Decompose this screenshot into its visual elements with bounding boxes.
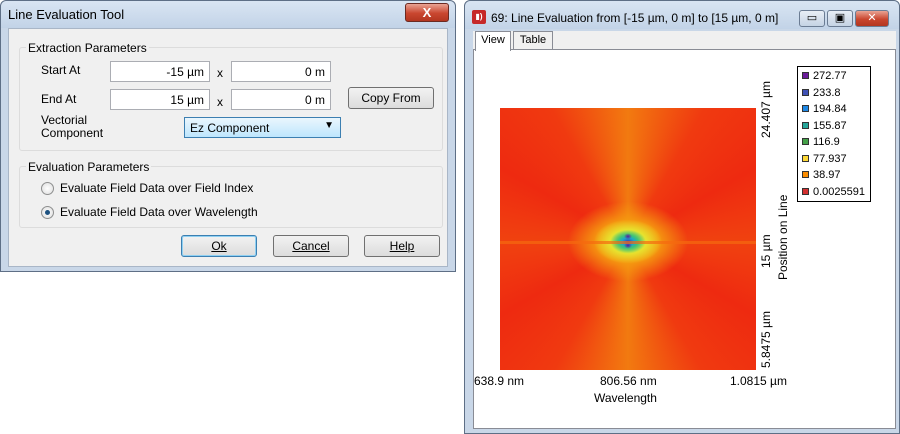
legend-entry: 77.937 (802, 151, 847, 167)
x-tick-label: 806.56 nm (600, 374, 657, 388)
heatmap-center-band (500, 240, 756, 244)
minimize-button[interactable]: ▭ (799, 10, 825, 27)
end-at-label: End At (41, 92, 77, 106)
legend-entry: 116.9 (802, 134, 840, 150)
legend-value: 233.8 (813, 86, 841, 99)
legend-swatch (802, 154, 809, 162)
legend-value: 272.77 (813, 70, 847, 82)
radio-wavelength[interactable] (41, 206, 54, 219)
copy-from-button[interactable]: Copy From (348, 87, 434, 109)
y-axis-label: Position on Line (776, 194, 790, 280)
window-close-button[interactable]: ✕ (855, 10, 889, 27)
view-panel: 638.9 nm 806.56 nm 1.0815 µm Wavelength … (473, 49, 896, 429)
legend-value: 38.97 (813, 169, 841, 181)
legend-value: 77.937 (813, 152, 847, 165)
plot-window-title-bar[interactable]: ▮) 69: Line Evaluation from [-15 µm, 0 m… (465, 1, 899, 29)
start-separator: x (217, 66, 223, 80)
legend-swatch (802, 72, 809, 79)
ok-button[interactable]: Ok (181, 235, 257, 257)
legend-entry: 155.87 (802, 118, 847, 134)
end-y-field[interactable]: 0 m (231, 89, 331, 110)
tab-table[interactable]: Table (513, 31, 553, 50)
legend-swatch (802, 187, 809, 195)
chevron-down-icon: ▼ (324, 120, 334, 131)
vectorial-component-value: Ez Component (190, 121, 270, 135)
y-tick-label: 24.407 µm (759, 81, 773, 138)
extraction-parameters-title: Extraction Parameters (26, 41, 149, 55)
color-legend: 272.77 233.8 194.84 155.87 116.9 77.937 38.97 0… (797, 66, 871, 202)
component-label: Component (41, 126, 104, 140)
x-tick-label: 638.9 nm (474, 374, 525, 388)
legend-entry: 233.8 (802, 85, 841, 101)
dialog-title-bar[interactable]: Line Evaluation Tool X (1, 1, 455, 28)
legend-entry: 272.77 (802, 68, 847, 84)
dialog-title: Line Evaluation Tool (8, 7, 125, 22)
radio-field-index[interactable] (41, 182, 54, 195)
wavelength-option-label[interactable]: Evaluate Field Data over Wavelength (60, 205, 258, 219)
y-tick-label: 15 µm (759, 234, 773, 268)
end-separator: x (217, 95, 223, 109)
legend-swatch (802, 171, 809, 178)
end-x-field[interactable]: 15 µm (110, 89, 210, 110)
field-heatmap[interactable] (500, 108, 756, 370)
line-evaluation-plot-window: ▮) 69: Line Evaluation from [-15 µm, 0 m… (464, 0, 900, 434)
x-tick-label: 1.0815 µm (730, 374, 787, 388)
legend-swatch (802, 88, 809, 96)
dialog-body: Extraction Parameters Start At -15 µm x … (8, 28, 448, 267)
x-axis-label: Wavelength (594, 391, 657, 405)
legend-swatch (802, 138, 809, 145)
ok-button-label: Ok (211, 239, 227, 253)
vectorial-component-select[interactable]: Ez Component ▼ (184, 117, 341, 138)
vectorial-label: Vectorial (41, 113, 88, 127)
y-tick-label: 5.8475 µm (759, 311, 773, 368)
field-index-option-label[interactable]: Evaluate Field Data over Field Index (60, 181, 253, 195)
legend-value: 194.84 (813, 103, 847, 115)
start-x-field[interactable]: -15 µm (110, 61, 210, 82)
legend-entry: 194.84 (802, 101, 847, 117)
maximize-button[interactable]: ▣ (827, 10, 853, 27)
help-button-label: Help (389, 239, 415, 253)
plot-window-title: 69: Line Evaluation from [-15 µm, 0 m] t… (491, 11, 779, 25)
legend-value: 0.0025591 (813, 185, 865, 198)
cancel-button-label: Cancel (292, 239, 330, 253)
cancel-button[interactable]: Cancel (273, 235, 349, 257)
legend-swatch (802, 121, 809, 129)
legend-value: 116.9 (813, 136, 840, 148)
evaluation-parameters-title: Evaluation Parameters (26, 160, 152, 174)
help-button[interactable]: Help (364, 235, 440, 257)
legend-value: 155.87 (813, 119, 847, 132)
start-at-label: Start At (41, 63, 81, 77)
start-y-field[interactable]: 0 m (231, 61, 331, 82)
legend-entry: 38.97 (802, 167, 841, 183)
tab-view[interactable]: View (475, 31, 511, 51)
legend-swatch (802, 105, 809, 112)
dialog-close-button[interactable]: X (405, 3, 449, 22)
app-icon: ▮) (472, 10, 486, 24)
legend-entry: 0.0025591 (802, 184, 865, 200)
line-evaluation-dialog: Line Evaluation Tool X Extraction Parame… (0, 0, 456, 272)
plot-window-body: View Table 638.9 nm 806.56 nm 1.0815 µm … (473, 31, 896, 429)
